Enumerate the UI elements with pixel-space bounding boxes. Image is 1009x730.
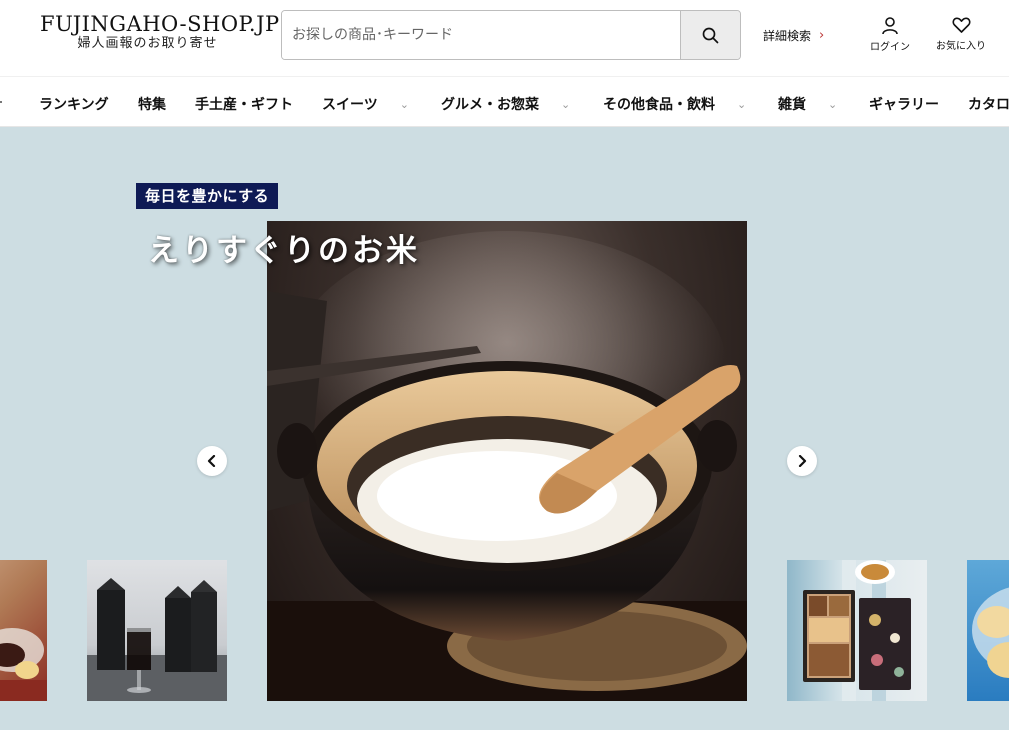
nav-item-label: 手土産・ギフト (195, 97, 293, 113)
carousel-thumb-sweets[interactable] (967, 560, 1009, 701)
nav-item-label: カタログ (968, 97, 1009, 113)
advanced-search-label: 詳細検索 (763, 29, 812, 43)
hero-badge: 毎日を豊かにする (136, 183, 279, 209)
nav-item-gourmet[interactable]: グルメ・お惣菜 ⌄ (441, 94, 570, 114)
nav-item-catalog[interactable]: カタログ (968, 94, 1009, 114)
logo-main-text: FUJINGAHO-SHOP.JP (40, 12, 280, 36)
nav-item-label: グルメ・お惣菜 (441, 97, 539, 113)
nav-item-label: ランキング (39, 97, 109, 113)
chevron-left-icon (207, 455, 216, 467)
sweets-image (972, 587, 1009, 678)
nav-scroll-edge (0, 101, 2, 103)
carousel-thumb-cookies[interactable] (787, 560, 927, 701)
heart-icon (952, 17, 970, 33)
nav-item-sweets[interactable]: スイーツ ⌄ (322, 94, 409, 114)
hero-main-image[interactable] (267, 221, 747, 701)
chevron-right-icon (798, 455, 807, 467)
coffee-image (87, 578, 227, 701)
dessert-image (0, 628, 47, 701)
category-nav: ランキング 特集 手土産・ギフト スイーツ ⌄ グルメ・お惣菜 ⌄ その他食品・… (0, 76, 1009, 127)
chevron-down-icon: ⌄ (737, 97, 747, 111)
cookies-image (803, 560, 911, 701)
rice-pot-image (267, 231, 747, 701)
chevron-down-icon: ⌄ (561, 97, 571, 111)
user-icon (882, 17, 898, 35)
chevron-right-icon: › (819, 28, 825, 43)
carousel-thumb-dessert[interactable] (0, 560, 47, 701)
nav-item-other-food[interactable]: その他食品・飲料 ⌄ (603, 94, 746, 114)
nav-item-label: その他食品・飲料 (603, 97, 715, 113)
chevron-down-icon: ⌄ (828, 97, 838, 111)
chevron-down-icon: ⌄ (399, 97, 409, 111)
hero-title: えりすぐりのお米 (148, 233, 420, 269)
nav-item-label: 特集 (138, 97, 166, 113)
site-header: FUJINGAHO-SHOP.JP 婦人画報のお取り寄せ 詳細検索 › ログイン… (0, 0, 1009, 76)
nav-item-ranking[interactable]: ランキング (39, 94, 109, 114)
hero-carousel: 毎日を豊かにする えりすぐりのお米 (0, 127, 1009, 730)
carousel-thumb-coffee[interactable] (87, 560, 227, 701)
carousel-prev-button[interactable] (197, 446, 227, 476)
favorites-button[interactable]: お気に入り (936, 16, 986, 52)
logo[interactable]: FUJINGAHO-SHOP.JP 婦人画報のお取り寄せ (40, 12, 280, 52)
search-icon (702, 27, 719, 43)
nav-item-label: スイーツ (322, 97, 378, 113)
logo-subtitle: 婦人画報のお取り寄せ (77, 36, 218, 51)
login-button[interactable]: ログイン (870, 16, 910, 53)
advanced-search-link[interactable]: 詳細検索 › (763, 27, 824, 44)
search-bar (281, 10, 741, 60)
carousel-next-button[interactable] (787, 446, 817, 476)
nav-item-label: 雑貨 (778, 97, 806, 113)
nav-item-goods[interactable]: 雑貨 ⌄ (778, 94, 837, 114)
nav-item-features[interactable]: 特集 (138, 94, 166, 114)
favorites-label: お気に入り (936, 41, 986, 52)
nav-item-label: ギャラリー (869, 97, 939, 113)
nav-item-gifts[interactable]: 手土産・ギフト (195, 94, 293, 114)
search-input[interactable] (282, 11, 680, 59)
login-label: ログイン (870, 42, 910, 53)
nav-item-gallery[interactable]: ギャラリー (869, 94, 939, 114)
search-button[interactable] (680, 11, 740, 59)
